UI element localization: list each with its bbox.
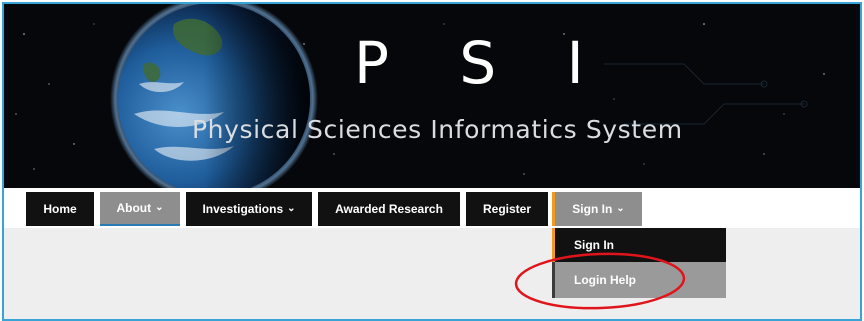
nav-register-label: Register (482, 202, 532, 216)
page-content-area (4, 228, 860, 319)
nav-home-label: Home (43, 202, 77, 216)
nav-investigations[interactable]: Investigations ⌄ (186, 192, 312, 226)
nav-about[interactable]: About ⌄ (100, 192, 180, 226)
nav-sign-in-label: Sign In (572, 202, 613, 216)
hero-banner: P S I Physical Sciences Informatics Syst… (4, 4, 860, 188)
nav-home[interactable]: Home (26, 192, 94, 226)
nav-register[interactable]: Register (466, 192, 548, 226)
chevron-down-icon: ⌄ (616, 202, 625, 214)
dropdown-item-sign-in[interactable]: Sign In (552, 228, 726, 262)
nav-awarded-research[interactable]: Awarded Research (318, 192, 460, 226)
chevron-down-icon: ⌄ (155, 201, 164, 213)
site-logo-title: P S I (354, 29, 610, 97)
sign-in-dropdown-menu: Sign In Login Help (552, 228, 726, 298)
dropdown-item-login-help[interactable]: Login Help (552, 262, 726, 298)
screenshot-frame: P S I Physical Sciences Informatics Syst… (2, 2, 862, 321)
nav-about-label: About (116, 201, 152, 215)
nav-sign-in[interactable]: Sign In ⌄ (552, 192, 642, 226)
nav-investigations-label: Investigations (202, 202, 284, 216)
chevron-down-icon: ⌄ (287, 202, 296, 214)
nav-awarded-research-label: Awarded Research (335, 202, 443, 216)
site-subtitle: Physical Sciences Informatics System (192, 115, 683, 144)
main-navigation: Home About ⌄ Investigations ⌄ Awarded Re… (4, 188, 860, 228)
